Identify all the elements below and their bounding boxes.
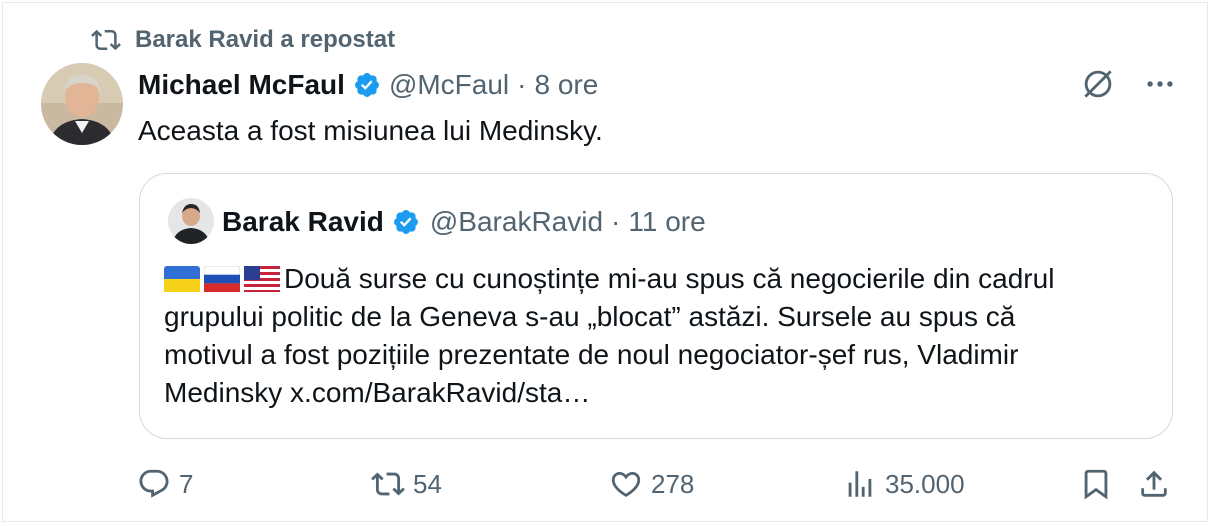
repost-icon — [91, 29, 121, 51]
like-count: 278 — [651, 468, 695, 499]
repost-label: Barak Ravid a repostat — [135, 26, 396, 53]
russia-flag-icon — [204, 266, 240, 292]
ukraine-flag-icon — [164, 266, 200, 292]
repost-button[interactable]: 54 — [371, 467, 442, 501]
tweet-text: Aceasta a fost misiunea lui Medinsky. — [138, 115, 603, 146]
quoted-header: Barak Ravid @BarakRavid · 11 ore — [222, 202, 706, 242]
author-handle[interactable]: @McFaul — [389, 69, 509, 101]
quoted-text-line[interactable]: Medinsky x.com/BarakRavid/sta… — [164, 374, 1154, 412]
views-icon — [848, 471, 872, 497]
avatar[interactable] — [41, 63, 123, 145]
share-icon — [1141, 470, 1167, 497]
quoted-tweet-time[interactable]: 11 ore — [628, 206, 705, 238]
tweet-card[interactable]: Barak Ravid a repostat Michael McFaul @M… — [2, 2, 1208, 522]
bookmark-button[interactable] — [1079, 467, 1121, 501]
verified-badge-icon[interactable] — [392, 208, 420, 236]
quoted-author-name[interactable]: Barak Ravid — [222, 206, 384, 238]
action-bar: 7 54 278 35.000 — [3, 463, 1211, 509]
repost-indicator[interactable]: Barak Ravid a repostat — [91, 25, 395, 55]
tweet-header: Michael McFaul @McFaul · 8 ore — [138, 65, 598, 105]
reply-count: 7 — [179, 468, 194, 499]
reply-button[interactable]: 7 — [137, 467, 193, 501]
usa-flag-icon — [244, 266, 280, 292]
separator-dot: · — [517, 69, 527, 100]
repost-icon — [371, 472, 405, 496]
quoted-tweet[interactable]: Barak Ravid @BarakRavid · 11 ore Două su… — [139, 173, 1173, 439]
like-button[interactable]: 278 — [609, 467, 694, 501]
bookmark-icon — [1084, 469, 1108, 500]
quoted-author-handle[interactable]: @BarakRavid — [430, 206, 603, 238]
quoted-text-line: Două surse cu cunoștințe mi-au spus că n… — [164, 260, 1154, 298]
author-name[interactable]: Michael McFaul — [138, 69, 345, 101]
more-options-icon[interactable] — [1143, 67, 1177, 101]
repost-count: 54 — [413, 468, 442, 499]
grok-icon[interactable] — [1079, 65, 1117, 103]
quoted-text-line: grupului politic de la Geneva s-au „bloc… — [164, 301, 1016, 332]
heart-icon — [611, 471, 641, 497]
tweet-time[interactable]: 8 ore — [534, 69, 598, 101]
top-actions — [1079, 65, 1177, 103]
separator-dot: · — [611, 206, 621, 237]
views-button[interactable]: 35.000 — [843, 467, 965, 501]
share-button[interactable] — [1137, 467, 1179, 501]
verified-badge-icon[interactable] — [353, 71, 381, 99]
views-count: 35.000 — [885, 468, 965, 499]
quoted-avatar[interactable] — [168, 198, 214, 244]
reply-icon — [139, 469, 169, 498]
quoted-tweet-text: Două surse cu cunoștințe mi-au spus că n… — [164, 260, 1154, 412]
quoted-text-line: motivul a fost pozițiile prezentate de n… — [164, 339, 1019, 370]
